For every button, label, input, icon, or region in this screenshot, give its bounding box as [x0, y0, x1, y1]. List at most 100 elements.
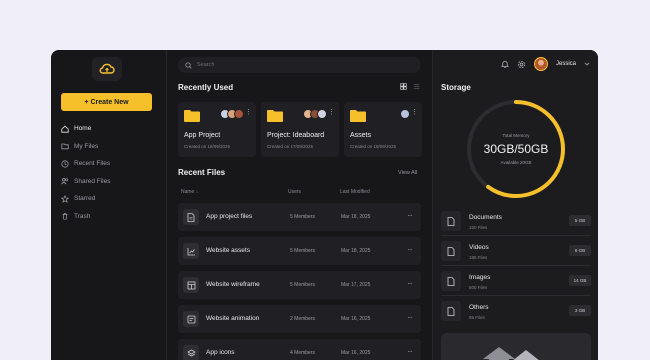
recent-files-title: Recent Files: [178, 168, 226, 177]
main-content: Search Recently Used ⋮ App Project Creat…: [168, 50, 431, 360]
sidebar: + Create New Home My Files Recent Files …: [51, 50, 167, 360]
column-header-name[interactable]: Name ↓: [181, 189, 198, 195]
file-name: Website assets: [206, 247, 250, 254]
more-options-icon[interactable]: ···: [407, 279, 413, 288]
document-icon: [183, 209, 199, 225]
view-all-link[interactable]: View All: [398, 170, 417, 176]
search-icon: [185, 61, 192, 69]
image-file-icon: [441, 271, 461, 291]
avatar-group: [400, 109, 410, 119]
recently-used-title: Recently Used: [178, 83, 234, 92]
folder-icon: [267, 110, 283, 122]
list-item[interactable]: Documents 150 Files 5 GB: [441, 206, 591, 236]
card-name: Assets: [350, 132, 372, 139]
user-toolbar: Jessica: [501, 57, 590, 71]
more-options-icon[interactable]: ···: [407, 347, 413, 356]
card-name: Project: Ideaboard: [267, 132, 325, 139]
folder-card[interactable]: ⋮ Project: Ideaboard Created on 17/09/20…: [261, 102, 339, 157]
category-size: 3 GB: [569, 305, 591, 316]
folder-card[interactable]: ⋮ App Project Created on 18/09/2025: [178, 102, 256, 157]
more-options-icon[interactable]: ⋮: [328, 109, 335, 116]
file-name: App project files: [206, 213, 253, 220]
upload-arrows-icon: [483, 347, 539, 360]
more-options-icon[interactable]: ⋮: [245, 109, 252, 116]
table-row[interactable]: Website animation 2 Members Mar 16, 2025…: [178, 305, 421, 333]
sidebar-nav: Home My Files Recent Files Shared Files …: [61, 120, 111, 225]
card-created: Created on 18/09/2025: [184, 144, 231, 149]
cloud-logo-icon: [92, 57, 122, 81]
category-name: Documents: [469, 214, 502, 221]
folder-icon: [61, 143, 69, 150]
sidebar-item-home[interactable]: Home: [61, 120, 111, 138]
sidebar-item-recent-files[interactable]: Recent Files: [61, 155, 111, 173]
table-row[interactable]: App icons 4 Members Mar 16, 2025 ···: [178, 339, 421, 360]
category-count: 150 Files: [469, 225, 488, 230]
file-modified: Mar 16, 2025: [341, 316, 371, 322]
list-item[interactable]: Videos 185 Files 8 GB: [441, 236, 591, 266]
total-memory-label: Total Memory: [502, 133, 530, 138]
gear-icon[interactable]: [517, 60, 526, 69]
sidebar-item-starred[interactable]: Starred: [61, 190, 111, 208]
folder-icon: [184, 110, 200, 122]
document-icon: [441, 211, 461, 231]
table-header: Name ↓ Users Last Modified: [178, 189, 421, 199]
column-header-modified[interactable]: Last Modified: [340, 189, 370, 195]
other-file-icon: [441, 301, 461, 321]
card-created: Created on 19/09/2025: [350, 144, 397, 149]
list-view-icon[interactable]: [413, 83, 420, 90]
file-name: Website wireframe: [206, 281, 260, 288]
storage-title: Storage: [441, 83, 471, 92]
table-row[interactable]: Website wireframe 5 Members Mar 17, 2025…: [178, 271, 421, 299]
trash-icon: [62, 213, 68, 220]
list-item[interactable]: Others 85 Files 3 GB: [441, 296, 591, 326]
file-users: 4 Members: [290, 350, 316, 356]
category-size: 14 GB: [569, 275, 591, 286]
category-size: 8 GB: [569, 245, 591, 256]
more-options-icon[interactable]: ···: [407, 313, 413, 322]
category-size: 5 GB: [569, 215, 591, 226]
bell-icon[interactable]: [501, 60, 509, 69]
video-file-icon: [441, 241, 461, 261]
column-header-users[interactable]: Users: [288, 189, 301, 195]
file-users: 5 Members: [290, 214, 316, 220]
storage-available: Available 20GB: [500, 160, 532, 165]
list-item[interactable]: Images 500 Files 14 GB: [441, 266, 591, 296]
star-icon: [61, 194, 69, 203]
sidebar-item-my-files[interactable]: My Files: [61, 138, 111, 156]
sidebar-item-label: Shared Files: [74, 177, 111, 185]
file-modified: Mar 16, 2025: [341, 350, 371, 356]
more-options-icon[interactable]: ···: [407, 245, 413, 254]
sidebar-item-label: Home: [74, 125, 92, 133]
more-options-icon[interactable]: ···: [407, 211, 413, 220]
clock-icon: [61, 160, 69, 168]
avatar-group: [303, 109, 327, 119]
user-name[interactable]: Jessica: [556, 61, 576, 67]
sidebar-item-trash[interactable]: Trash: [61, 208, 111, 226]
file-name: Website animation: [206, 315, 260, 322]
create-new-button[interactable]: + Create New: [61, 93, 152, 111]
search-placeholder: Search: [197, 62, 215, 68]
file-name: App icons: [206, 349, 235, 356]
search-input[interactable]: Search: [178, 57, 421, 73]
storage-categories: Documents 150 Files 5 GB Videos 185 File…: [441, 206, 591, 326]
file-text-icon: [183, 311, 199, 327]
more-options-icon[interactable]: ⋮: [411, 109, 418, 116]
layers-icon: [183, 345, 199, 360]
avatar: [234, 109, 244, 119]
file-users: 5 Members: [290, 248, 316, 254]
file-users: 5 Members: [290, 282, 316, 288]
storage-used-value: 30GB/50GB: [483, 142, 549, 156]
grid-view-icon[interactable]: [400, 83, 407, 90]
category-count: 85 Files: [469, 315, 485, 320]
table-row[interactable]: App project files 5 Members Mar 18, 2025…: [178, 203, 421, 231]
avatar[interactable]: [533, 57, 548, 71]
table-row[interactable]: Website assets 5 Members Mar 18, 2025 ··…: [178, 237, 421, 265]
upload-area[interactable]: [441, 333, 591, 360]
view-toggle: [400, 83, 420, 90]
layout-icon: [183, 277, 199, 293]
sidebar-item-shared-files[interactable]: Shared Files: [61, 173, 111, 191]
folder-card[interactable]: ⋮ Assets Created on 19/09/2025: [344, 102, 422, 157]
chevron-down-icon[interactable]: [584, 61, 590, 67]
file-modified: Mar 18, 2025: [341, 248, 371, 254]
category-name: Others: [469, 304, 489, 311]
